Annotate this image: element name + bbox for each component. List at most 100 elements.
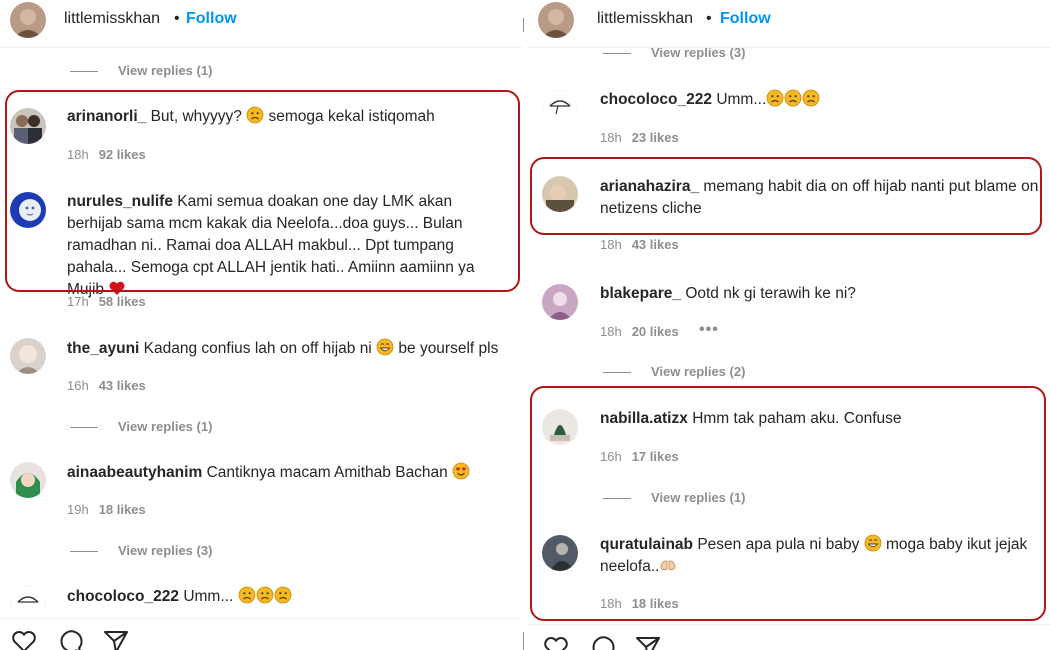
divider-tick <box>523 18 524 32</box>
share-icon[interactable] <box>634 633 662 650</box>
header-separator: • <box>706 10 712 27</box>
comment: blakepare_ Ootd nk gi terawih ke ni? <box>600 283 1040 305</box>
comment: quratulainab Pesen apa pula ni baby moga… <box>600 534 1050 578</box>
sad-face-emoji-icon <box>766 89 784 107</box>
sad-face-emoji-icon <box>246 106 264 124</box>
commenter-avatar[interactable] <box>10 192 46 228</box>
comment-time[interactable]: 18h <box>67 147 89 162</box>
comment-time[interactable]: 18h <box>600 324 622 339</box>
header-separator: • <box>174 10 180 27</box>
view-replies-button[interactable]: View replies (3) <box>70 543 212 558</box>
comment-username[interactable]: nabilla.atizx <box>600 410 688 427</box>
commenter-avatar[interactable] <box>542 409 578 445</box>
comment-likes[interactable]: 20 likes <box>632 324 679 339</box>
comment-meta: 18h 18 likes <box>600 596 679 611</box>
comment-username[interactable]: ainaabeautyhanim <box>67 464 202 481</box>
divider-tick <box>523 632 524 650</box>
view-replies-button[interactable]: View replies (1) <box>603 490 745 505</box>
view-replies-label: View replies (3) <box>118 543 213 558</box>
comment-likes[interactable]: 23 likes <box>632 130 679 145</box>
comment-likes[interactable]: 18 likes <box>99 502 146 517</box>
comment-username[interactable]: chocoloco_222 <box>67 588 179 605</box>
comment-likes[interactable]: 43 likes <box>99 378 146 393</box>
profile-avatar[interactable] <box>538 2 574 38</box>
hands-emoji-icon <box>659 556 677 574</box>
right-screenshot-panel: littlemisskhan • Follow View replies (3)… <box>528 0 1050 650</box>
post-header: littlemisskhan • Follow <box>528 0 1050 48</box>
profile-avatar[interactable] <box>10 2 46 38</box>
comment: chocoloco_222 Umm... <box>600 89 1040 111</box>
comment-likes[interactable]: 92 likes <box>99 147 146 162</box>
comment-username[interactable]: arinanorli_ <box>67 108 146 125</box>
commenter-avatar[interactable] <box>10 108 46 144</box>
comment-time[interactable]: 16h <box>600 449 622 464</box>
view-replies-button[interactable]: View replies (1) <box>70 419 212 434</box>
comment-text-continued: be yourself pls <box>398 340 499 357</box>
comment-likes[interactable]: 43 likes <box>632 237 679 252</box>
comment: nurules_nulife Kami semua doakan one day… <box>67 191 507 301</box>
replies-line <box>70 71 98 73</box>
comment-meta: 16h 17 likes <box>600 449 679 464</box>
post-actions-bar <box>528 624 1050 650</box>
replies-line <box>70 551 98 553</box>
comment-text: Ootd nk gi terawih ke ni? <box>685 285 856 302</box>
replies-line <box>603 53 631 55</box>
comment-text: Pesen apa pula ni baby <box>697 536 860 553</box>
replies-line <box>603 372 631 374</box>
commenter-avatar[interactable] <box>542 176 578 212</box>
comment-time[interactable]: 18h <box>600 237 622 252</box>
commenter-avatar[interactable] <box>542 535 578 571</box>
comment-text: Umm... <box>716 91 767 108</box>
comment-meta: 18h 92 likes <box>67 147 146 162</box>
comment-likes[interactable]: 18 likes <box>632 596 679 611</box>
comment-username[interactable]: chocoloco_222 <box>600 91 712 108</box>
commenter-avatar[interactable] <box>10 338 46 374</box>
share-icon[interactable] <box>102 627 130 650</box>
comment: ainaabeautyhanim Cantiknya macam Amithab… <box>67 462 517 484</box>
comment-username[interactable]: quratulainab <box>600 536 693 553</box>
comment-text: Hmm tak paham aku. Confuse <box>692 410 902 427</box>
sad-face-emoji-icon <box>784 89 802 107</box>
comment-username[interactable]: arianahazira_ <box>600 178 699 195</box>
comment-meta: 16h 43 likes <box>67 378 146 393</box>
follow-button[interactable]: Follow <box>186 10 237 28</box>
comment-text: Cantiknya macam Amithab Bachan <box>206 464 448 481</box>
comment-text-continued: semoga kekal istiqomah <box>268 108 435 125</box>
view-replies-label: View replies (1) <box>118 63 213 78</box>
view-replies-button[interactable]: View replies (2) <box>603 364 745 379</box>
comment-meta: 19h 18 likes <box>67 502 146 517</box>
grinning-sweat-emoji-icon <box>376 338 394 356</box>
heart-icon[interactable] <box>10 627 38 650</box>
grinning-sweat-emoji-icon <box>864 534 882 552</box>
view-replies-label: View replies (2) <box>651 364 746 379</box>
comment-time[interactable]: 17h <box>67 294 89 309</box>
comment-likes[interactable]: 17 likes <box>632 449 679 464</box>
replies-line <box>603 498 631 500</box>
view-replies-label: View replies (1) <box>651 490 746 505</box>
commenter-avatar[interactable] <box>10 462 46 498</box>
commenter-avatar[interactable] <box>542 90 578 126</box>
comment-username[interactable]: the_ayuni <box>67 340 139 357</box>
comment-time[interactable]: 19h <box>67 502 89 517</box>
post-actions-bar <box>0 618 522 650</box>
commenter-avatar[interactable] <box>10 586 46 622</box>
comment-likes[interactable]: 58 likes <box>99 294 146 309</box>
comment-icon[interactable] <box>588 633 616 650</box>
comment-username[interactable]: nurules_nulife <box>67 193 173 210</box>
comment-icon[interactable] <box>56 627 84 650</box>
replies-line <box>70 427 98 429</box>
sad-face-emoji-icon <box>256 586 274 604</box>
header-username[interactable]: littlemisskhan <box>597 10 693 28</box>
comment-time[interactable]: 18h <box>600 596 622 611</box>
more-options-icon[interactable]: ••• <box>699 321 719 339</box>
comment-meta: 18h 20 likes <box>600 324 679 339</box>
comment-time[interactable]: 16h <box>67 378 89 393</box>
sad-face-emoji-icon <box>274 586 292 604</box>
comment-time[interactable]: 18h <box>600 130 622 145</box>
follow-button[interactable]: Follow <box>720 10 771 28</box>
view-replies-button[interactable]: View replies (1) <box>70 63 212 78</box>
commenter-avatar[interactable] <box>542 284 578 320</box>
heart-icon[interactable] <box>542 633 570 650</box>
header-username[interactable]: littlemisskhan <box>64 10 160 28</box>
comment-username[interactable]: blakepare_ <box>600 285 681 302</box>
